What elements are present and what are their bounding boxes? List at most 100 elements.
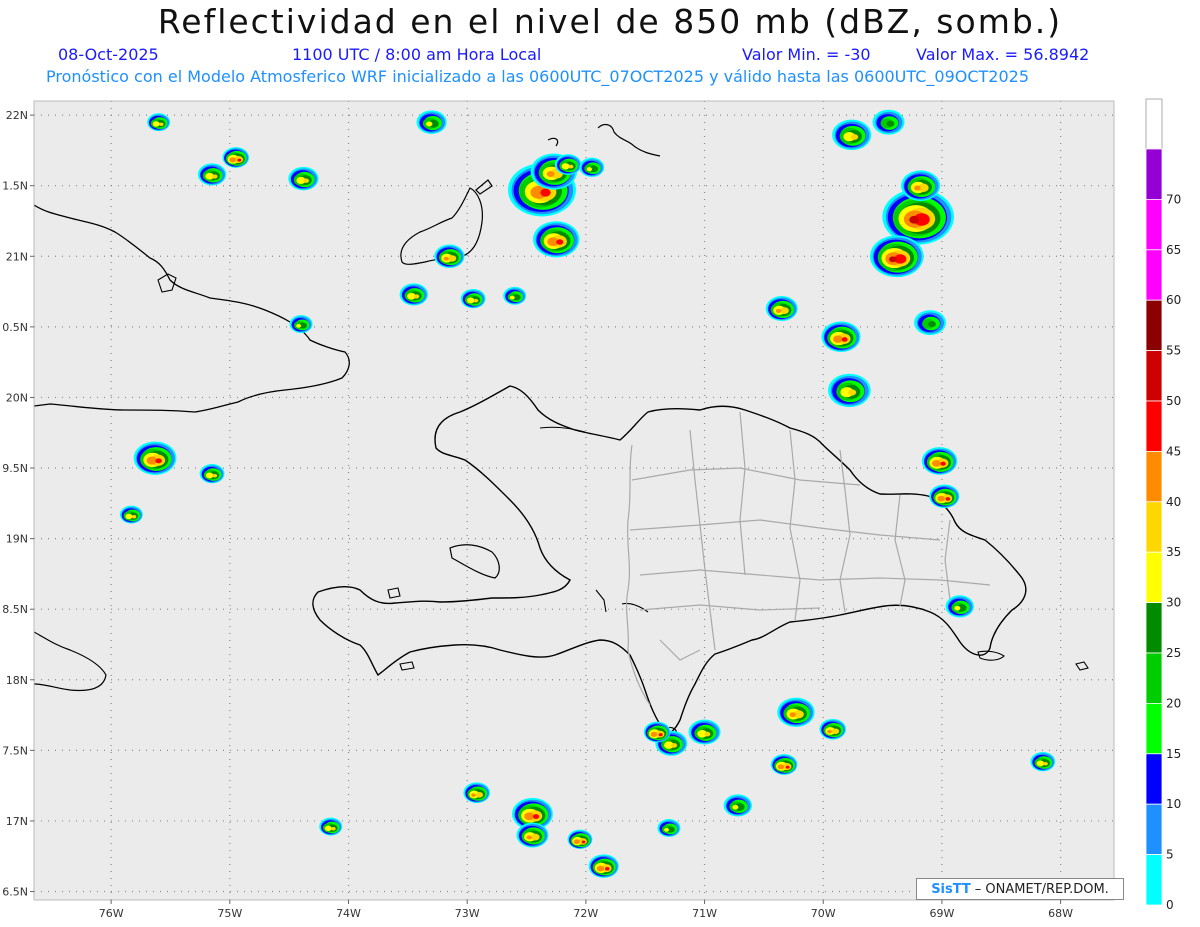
colorbar-label: 45	[1166, 444, 1181, 458]
storm-cell	[827, 373, 871, 408]
storm-cell	[929, 484, 960, 509]
storm-cell-level	[509, 295, 515, 300]
storm-cell-level	[671, 743, 678, 748]
storm-cell	[945, 595, 974, 618]
storm-cell-level	[777, 764, 785, 770]
lon-label: 73W	[455, 907, 480, 920]
storm-cell-level	[475, 792, 484, 798]
storm-cell-level	[296, 323, 302, 328]
storm-cell	[119, 505, 143, 524]
storm-cell	[914, 310, 947, 336]
storm-cell-level	[658, 733, 663, 737]
storm-cell-level	[889, 256, 897, 263]
storm-cell-level	[413, 294, 420, 299]
colorbar-swatch	[1145, 501, 1163, 553]
storm-cell	[765, 296, 798, 321]
lon-label: 75W	[217, 907, 242, 920]
storm-cell	[288, 166, 319, 191]
lat-label: 21N	[6, 250, 28, 263]
lat-label: 22N	[6, 109, 28, 122]
storm-cell-level	[914, 185, 921, 191]
lat-label: 0.5N	[2, 321, 28, 334]
lat-label: 6.5N	[2, 886, 28, 899]
storm-cell-level	[848, 389, 857, 396]
storm-cell-level	[530, 833, 540, 841]
colorbar-label: 5	[1166, 848, 1174, 862]
colorbar-swatch	[1145, 350, 1163, 402]
storm-cell-level	[581, 840, 586, 844]
storm-cell-level	[237, 158, 242, 162]
storm-cell	[463, 782, 490, 804]
storm-cell	[872, 109, 905, 135]
storm-cell-level	[780, 307, 789, 314]
storm-cell-level	[945, 497, 951, 501]
colorbar-label: 40	[1166, 495, 1181, 509]
storm-cell-level	[1043, 761, 1048, 766]
colorbar-label: 30	[1166, 596, 1181, 610]
storm-cell	[819, 718, 847, 740]
colorbar-swatch	[1145, 854, 1163, 906]
colorbar-swatch	[1145, 249, 1163, 301]
storm-cell-level	[789, 712, 796, 718]
storm-cell	[777, 697, 815, 727]
colorbar-swatch	[1145, 400, 1163, 452]
longitude-labels: 76W 75W 74W 73W 72W 71W 70W 69W 68W	[99, 900, 1073, 920]
storm-cell-level	[125, 513, 133, 520]
storm-cell-level	[775, 308, 782, 313]
storm-cell	[199, 464, 225, 484]
storm-cell-level	[833, 335, 843, 343]
storm-cell	[579, 157, 605, 178]
storm-cell	[688, 719, 721, 745]
storm-cell-level	[831, 728, 840, 735]
storm-cell-level	[928, 321, 936, 328]
colorbar-label: 20	[1166, 696, 1181, 710]
storm-cell	[516, 822, 549, 848]
storm-cell	[319, 817, 343, 836]
storm-cell-level	[324, 825, 332, 832]
lon-label: 74W	[336, 907, 361, 920]
storm-cell-level	[596, 865, 605, 872]
storm-cell-level	[1036, 760, 1045, 767]
storm-cell-level	[886, 120, 895, 127]
storm-cell-level	[850, 134, 859, 140]
colorbar-swatch	[1145, 299, 1163, 352]
lon-label: 69W	[929, 907, 954, 920]
storm-cell	[921, 447, 958, 475]
storm-cell-level	[526, 835, 532, 840]
lon-label: 76W	[99, 907, 124, 920]
storm-cell	[770, 754, 798, 775]
storm-cell	[657, 819, 681, 837]
colorbar-label: 55	[1166, 344, 1181, 358]
lat-label: 9.5N	[2, 462, 28, 475]
storm-cell	[460, 288, 486, 309]
storm-cell	[554, 154, 582, 175]
storm-cell	[723, 794, 752, 817]
storm-cell-level	[473, 298, 479, 303]
storm-cell	[222, 147, 250, 168]
storm-cell-level	[448, 255, 457, 262]
lon-label: 70W	[811, 907, 836, 920]
storm-cell-level	[841, 337, 848, 342]
colorbar: 0 5 10 15 20 25 30 35 40 45 50 55 60 65 70	[1145, 98, 1181, 912]
lat-label: 17N	[6, 815, 28, 828]
storm-cell-level	[205, 472, 214, 479]
storm-cell-level	[212, 174, 218, 179]
storm-cell	[588, 854, 619, 878]
colorbar-swatch	[1145, 148, 1163, 200]
storm-cell	[832, 119, 872, 151]
storm-cell	[197, 163, 227, 186]
storm-cell-level	[212, 473, 218, 478]
storm-cell	[133, 441, 177, 475]
storm-cell-level	[443, 256, 449, 261]
credit-box: SisTT – ONAMET/REP.DOM.	[916, 878, 1124, 900]
colorbar-label: 70	[1166, 192, 1181, 206]
colorbar-swatch	[1145, 551, 1163, 604]
storm-cell-level	[940, 461, 946, 466]
colorbar-label: 35	[1166, 545, 1181, 559]
colorbar-label: 10	[1166, 797, 1181, 811]
colorbar-swatch	[1145, 198, 1163, 251]
colorbar-swatch	[1145, 602, 1163, 654]
credit-text: – ONAMET/REP.DOM.	[974, 881, 1109, 897]
colorbar-label: 25	[1166, 646, 1181, 660]
storm-cell-level	[331, 827, 336, 831]
